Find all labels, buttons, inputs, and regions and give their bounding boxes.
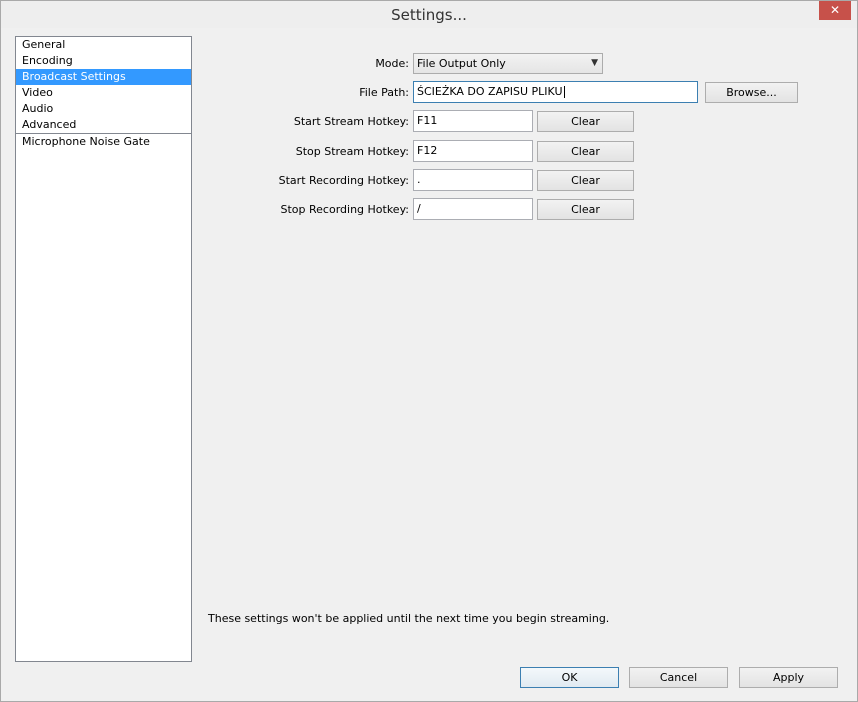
clear-stop-stream-hotkey-button[interactable]: Clear [537, 141, 634, 162]
sidebar-item-broadcast-settings[interactable]: Broadcast Settings [16, 69, 191, 85]
start-stream-hotkey-field[interactable]: F11 [413, 110, 533, 132]
settings-window: Settings... ✕ General Encoding Broadcast… [0, 0, 858, 702]
stop-recording-hotkey-field[interactable]: / [413, 198, 533, 220]
dialog-body: General Encoding Broadcast Settings Vide… [6, 29, 852, 695]
sidebar-item-advanced[interactable]: Advanced [16, 117, 191, 133]
sidebar-item-encoding[interactable]: Encoding [16, 53, 191, 69]
browse-button[interactable]: Browse... [705, 82, 798, 103]
sidebar-item-video[interactable]: Video [16, 85, 191, 101]
mode-select[interactable]: File Output Only ▼ [413, 53, 603, 74]
start-recording-hotkey-field[interactable]: . [413, 169, 533, 191]
stop-stream-hotkey-field[interactable]: F12 [413, 140, 533, 162]
title-bar[interactable]: Settings... ✕ [1, 1, 857, 28]
text-caret [563, 86, 565, 98]
clear-start-stream-hotkey-button[interactable]: Clear [537, 111, 634, 132]
close-button[interactable]: ✕ [819, 1, 851, 20]
clear-stop-recording-hotkey-button[interactable]: Clear [537, 199, 634, 220]
file-path-label: File Path: [359, 86, 409, 99]
settings-category-list[interactable]: General Encoding Broadcast Settings Vide… [15, 36, 192, 662]
mode-label: Mode: [375, 57, 409, 70]
start-recording-hotkey-label: Start Recording Hotkey: [278, 174, 409, 187]
settings-note: These settings won't be applied until th… [208, 612, 610, 625]
stop-recording-hotkey-label: Stop Recording Hotkey: [280, 203, 410, 216]
close-icon: ✕ [829, 3, 841, 17]
mode-select-value: File Output Only [417, 57, 506, 70]
sidebar-item-microphone-noise-gate[interactable]: Microphone Noise Gate [16, 134, 191, 150]
stop-stream-hotkey-label: Stop Stream Hotkey: [295, 145, 409, 158]
sidebar-item-audio[interactable]: Audio [16, 101, 191, 117]
clear-start-recording-hotkey-button[interactable]: Clear [537, 170, 634, 191]
file-path-field[interactable]: ŚCIEŻKA DO ZAPISU PLIKU [413, 81, 698, 103]
cancel-button[interactable]: Cancel [629, 667, 728, 688]
file-path-value: ŚCIEŻKA DO ZAPISU PLIKU [417, 85, 563, 98]
sidebar-item-general[interactable]: General [16, 37, 191, 53]
ok-button[interactable]: OK [520, 667, 619, 688]
chevron-down-icon: ▼ [591, 58, 598, 68]
start-stream-hotkey-label: Start Stream Hotkey: [293, 115, 409, 128]
apply-button[interactable]: Apply [739, 667, 838, 688]
window-title: Settings... [391, 6, 467, 24]
